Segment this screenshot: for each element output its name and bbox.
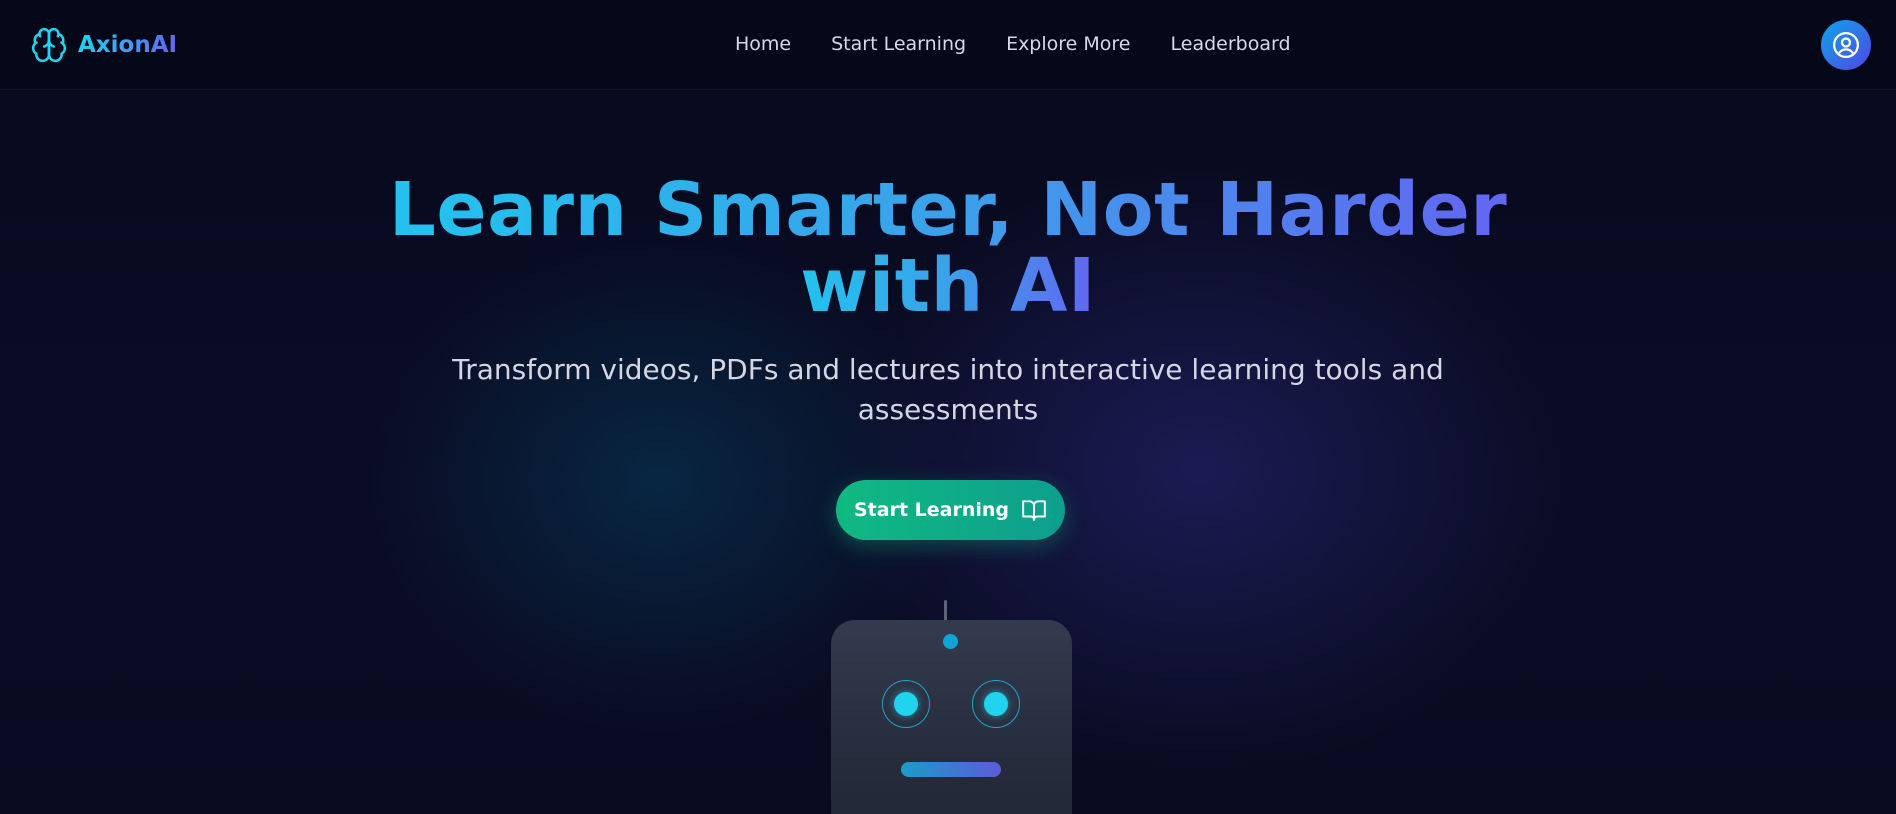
main-nav: Home Start Learning Explore More Leaderb…	[735, 33, 1291, 55]
nav-link-explore-more[interactable]: Explore More	[1006, 33, 1130, 55]
robot-mouth	[901, 762, 1001, 777]
robot-antenna-bulb	[943, 634, 958, 649]
nav-link-start-learning[interactable]: Start Learning	[831, 33, 966, 55]
start-learning-label: Start Learning	[853, 499, 1009, 521]
nav-link-leaderboard[interactable]: Leaderboard	[1171, 33, 1291, 55]
hero-subtitle-line-2: assessments	[857, 393, 1039, 426]
hero-title: Learn Smarter, Not Harder with AI	[0, 172, 1896, 324]
top-navbar: AxionAI Home Start Learning Explore More…	[0, 0, 1896, 90]
brand-name: AxionAI	[78, 32, 178, 58]
hero-subtitle: Transform videos, PDFs and lectures into…	[448, 350, 1448, 430]
brand-logo[interactable]: AxionAI	[30, 26, 177, 64]
robot-right-pupil	[984, 692, 1008, 716]
nav-link-home[interactable]: Home	[735, 33, 791, 55]
robot-left-pupil	[894, 692, 918, 716]
robot-mascot	[831, 598, 1072, 814]
hero-title-line-1: Learn Smarter, Not Harder	[388, 167, 1508, 253]
hero-subtitle-line-1: Transform videos, PDFs and lectures into…	[452, 353, 1444, 386]
robot-right-eye	[972, 680, 1020, 728]
user-circle-icon	[1833, 32, 1859, 58]
robot-head	[831, 620, 1072, 814]
open-book-icon	[1022, 500, 1046, 521]
hero-title-line-2: with AI	[800, 243, 1096, 329]
brain-icon	[31, 27, 67, 63]
start-learning-button[interactable]: Start Learning	[836, 480, 1065, 540]
landing-page: AxionAI Home Start Learning Explore More…	[0, 0, 1896, 814]
profile-button[interactable]	[1821, 20, 1871, 70]
robot-left-eye	[882, 680, 930, 728]
